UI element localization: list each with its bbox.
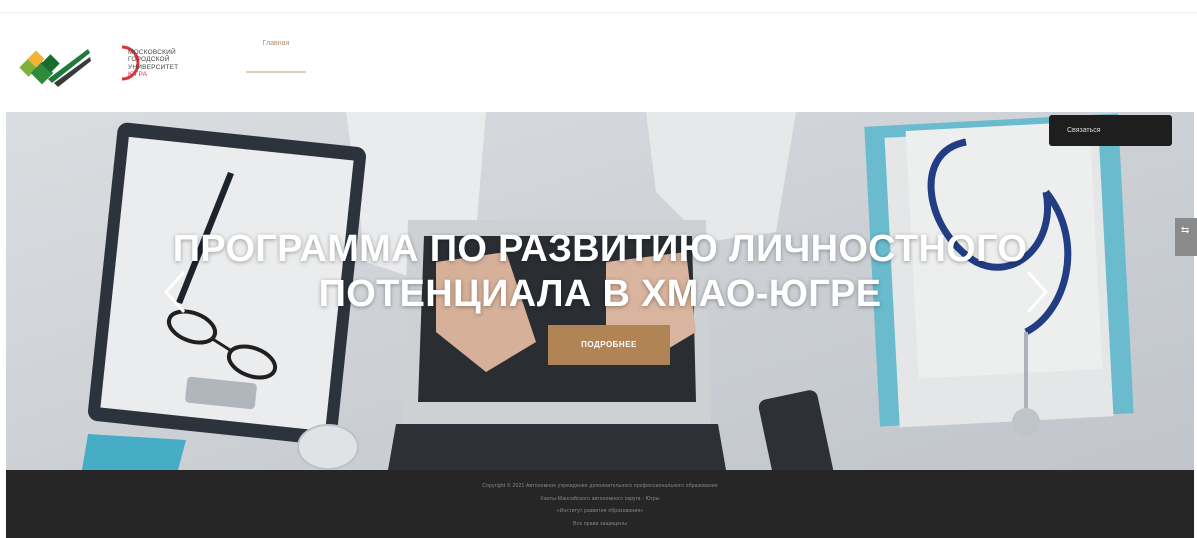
footer-line: Ханты-Мансийского автономного округа - Ю… (540, 495, 660, 502)
hero-title-line: ПРОГРАММА ПО РАЗВИТИЮ ЛИЧНОСТНОГО (172, 228, 1028, 270)
logo-text-line: УНИВЕРСИТЕТ (128, 63, 179, 71)
more-details-button[interactable]: ПОДРОБНЕЕ (548, 325, 670, 365)
nav-item-label: Главная (262, 40, 290, 47)
contact-tab-label: Связаться (1067, 127, 1101, 134)
side-share-tab[interactable]: ⇆ (1175, 218, 1197, 256)
nav-active-underline (246, 71, 306, 73)
logo-text-line: ГОРОДСКОЙ (128, 56, 170, 64)
footer-text: Copyright © 2021 Автономное учреждение д… (6, 480, 1194, 530)
logo-text-line: ЮГРА (128, 71, 148, 79)
site-footer: Copyright © 2021 Автономное учреждение д… (6, 470, 1194, 538)
footer-copyright: Copyright © 2021 Автономное учреждение д… (482, 483, 718, 489)
chevron-left-icon (163, 270, 186, 314)
contact-tab[interactable]: Связаться (1049, 115, 1172, 146)
university-logo-text: МОСКОВСКИЙ ГОРОДСКОЙ УНИВЕРСИТЕТ ЮГРА (128, 49, 208, 79)
share-icon: ⇆ (1181, 225, 1190, 236)
slider-next-button[interactable] (1022, 268, 1052, 316)
university-logo[interactable]: МОСКОВСКИЙ ГОРОДСКОЙ УНИВЕРСИТЕТ ЮГРА (112, 37, 207, 99)
nav-item-home[interactable]: Главная (246, 37, 306, 75)
footer-line: Все права защищены (573, 520, 627, 527)
hero-slider: ПРОГРАММА ПО РАЗВИТИЮ ЛИЧНОСТНОГО ПОТЕНЦ… (6, 112, 1194, 470)
chevron-right-icon (1026, 270, 1049, 314)
footer-line: «Институт развития образования» (556, 508, 644, 514)
region-logo[interactable] (18, 35, 94, 99)
site-header: МОСКОВСКИЙ ГОРОДСКОЙ УНИВЕРСИТЕТ ЮГРА Гл… (0, 13, 1197, 112)
region-logo-graphic (19, 49, 91, 87)
slider-prev-button[interactable] (160, 268, 190, 316)
